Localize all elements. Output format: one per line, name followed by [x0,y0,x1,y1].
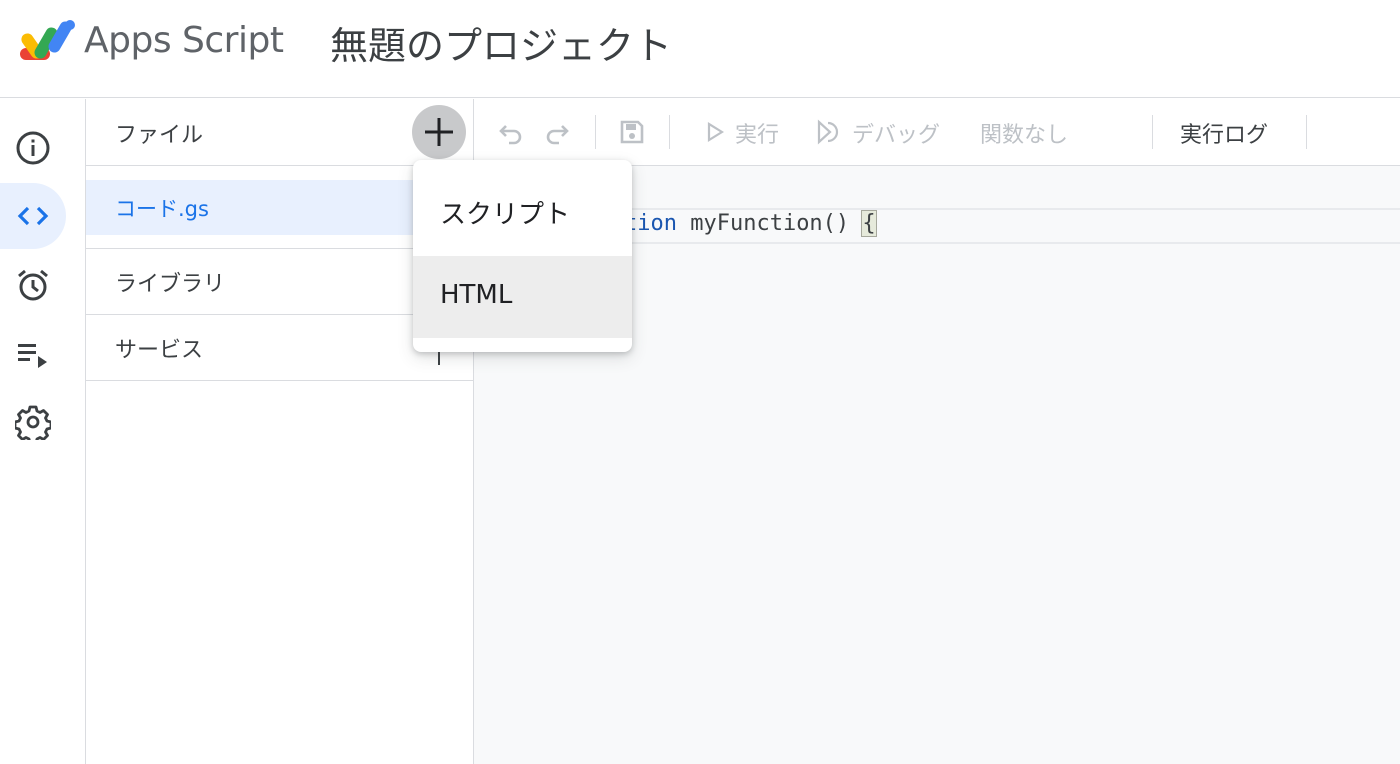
gear-icon [15,405,51,440]
editor-toolbar: 実行 デバッグ 関数なし 実行ログ [474,99,1400,166]
rail-editor-button[interactable] [0,183,66,249]
apps-script-logo-icon[interactable] [18,18,76,64]
toolbar-divider [595,115,596,149]
save-icon [620,120,644,144]
redo-icon [546,125,569,145]
save-button[interactable] [615,115,649,149]
code-brace: { [861,210,877,237]
code-icon [17,206,49,226]
add-file-menu: スクリプト HTML [413,160,632,352]
undo-icon [499,125,522,145]
debug-button[interactable]: デバッグ [852,117,940,149]
code-text: myFunction() [676,211,863,236]
rail-settings-button[interactable] [0,389,66,455]
info-icon [16,131,50,165]
debug-icon [817,119,839,145]
services-label: サービス [115,338,204,363]
files-header-label: ファイル [115,123,204,148]
toolbar-divider [669,115,670,149]
toolbar-divider [1152,115,1153,149]
menu-item-html-label: HTML [440,280,513,310]
undo-button[interactable] [494,115,528,149]
function-select[interactable]: 関数なし [980,117,1068,149]
run-button[interactable]: 実行 [735,117,779,149]
plus-icon [425,118,453,146]
code-line-1[interactable]: tion myFunction() { [624,210,877,237]
redo-button[interactable] [540,115,574,149]
execution-log-button[interactable]: 実行ログ [1180,117,1268,149]
alarm-clock-icon [18,269,48,301]
menu-item-script-label: スクリプト [440,200,571,230]
menu-item-script[interactable]: スクリプト [413,170,632,252]
project-title[interactable]: 無題のプロジェクト [330,15,672,70]
app-name[interactable]: Apps Script [84,20,284,61]
add-file-button[interactable] [412,105,466,159]
libraries-label: ライブラリ [115,272,226,297]
toolbar-divider [1306,115,1307,149]
run-icon [707,122,724,142]
top-bar: Apps Script 無題のプロジェクト [0,0,1400,98]
file-item-label: コード.gs [115,197,209,221]
menu-item-html[interactable]: HTML [413,256,632,338]
playlist-play-icon [18,344,47,368]
rail-triggers-button[interactable] [0,252,66,318]
rail-overview-button[interactable] [0,115,66,181]
left-rail [0,99,86,764]
files-header: ファイル [86,99,474,166]
rail-executions-button[interactable] [0,321,66,387]
